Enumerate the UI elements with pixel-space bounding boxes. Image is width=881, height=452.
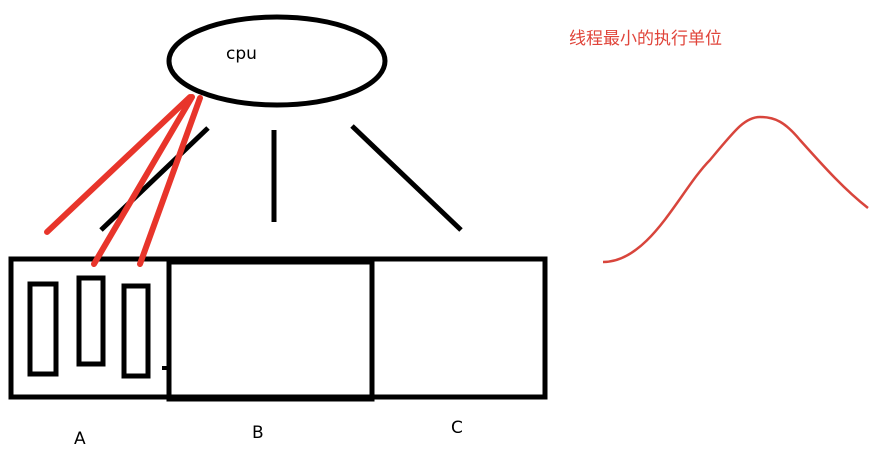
cpu-label: cpu [226,44,257,64]
diagram-canvas [8,14,869,402]
thread-box-3 [121,283,151,379]
thread-note: 线程最小的执行单位 [569,29,722,49]
connector-to-a [99,126,210,232]
thread-box-2 [76,275,106,367]
thread-link-2 [91,94,195,267]
thread-box-1 [27,281,59,377]
region-b-label: B [252,423,264,443]
region-b-box [166,259,375,402]
region-a-label: A [74,429,86,449]
region-c-label: C [451,418,463,438]
connector-to-c [350,124,463,232]
cpu-node [166,14,388,108]
bell-curve [602,115,869,264]
